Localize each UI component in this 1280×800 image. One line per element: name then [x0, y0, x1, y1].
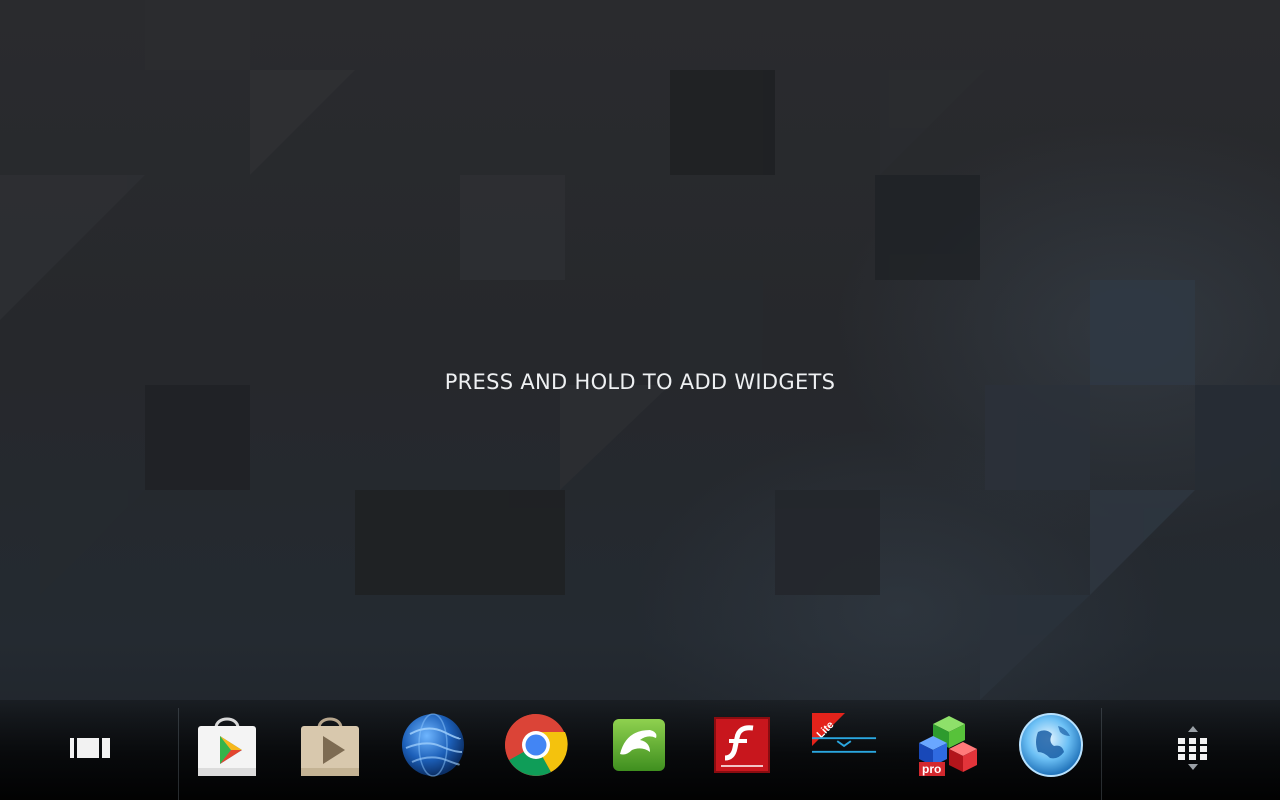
dock-divider-right [1101, 708, 1102, 800]
office-suite-pro-app[interactable]: pro [915, 712, 981, 778]
recent-apps-icon [70, 738, 110, 758]
play-store-app[interactable] [194, 712, 260, 778]
lite-app[interactable]: Lite [812, 712, 880, 778]
office-cubes-icon: pro [919, 716, 977, 776]
globe-browser-app[interactable] [400, 712, 466, 778]
web-globe-app[interactable] [1018, 712, 1084, 778]
play-movies-app[interactable] [297, 712, 363, 778]
dolphin-icon [613, 719, 665, 771]
add-widgets-hint: PRESS AND HOLD TO ADD WIDGETS [444, 370, 836, 394]
play-store-bag-icon [198, 717, 256, 776]
play-bag-tan-icon [301, 717, 359, 776]
flash-icon [714, 717, 770, 773]
all-apps-grid-icon [1178, 726, 1207, 770]
lite-download-icon: Lite [812, 712, 877, 753]
pro-badge: pro [922, 762, 941, 776]
chrome-app[interactable] [503, 712, 569, 778]
flash-player-app[interactable] [709, 712, 775, 778]
chrome-icon [505, 714, 568, 776]
wallpaper-pattern [0, 0, 1280, 700]
wallpaper [0, 0, 1280, 800]
dolphin-browser-app[interactable] [606, 712, 672, 778]
globe-icon [402, 713, 464, 777]
dock-divider-left [178, 708, 179, 800]
all-apps-button[interactable] [1172, 724, 1214, 774]
recent-apps-button[interactable] [66, 732, 114, 764]
blue-globe-icon [1019, 713, 1083, 777]
